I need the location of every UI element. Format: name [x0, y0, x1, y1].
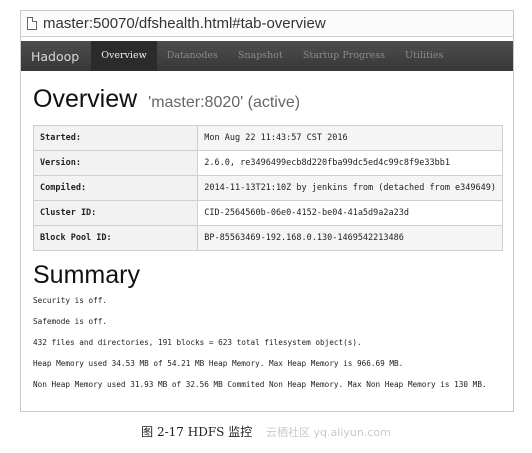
row-value: 2014-11-13T21:10Z by jenkins from (detac… [197, 175, 503, 201]
tab-utilities[interactable]: Utilities [395, 41, 453, 71]
address-bar[interactable]: master:50070/dfshealth.html#tab-overview [21, 11, 513, 37]
overview-subtitle: 'master:8020' (active) [148, 94, 301, 111]
caption-text: 图 2-17 HDFS 监控 [141, 425, 253, 439]
row-value: CID-2564560b-06e0-4152-be04-41a5d9a2a23d [197, 200, 503, 226]
brand-logo[interactable]: Hadoop [21, 49, 91, 64]
tab-datanodes[interactable]: Datanodes [157, 41, 228, 71]
summary-title: Summary [33, 261, 140, 289]
figure-caption: 图 2-17 HDFS 监控 云栖社区 yq.aliyun.com [0, 423, 532, 440]
watermark: 云栖社区 yq.aliyun.com [266, 426, 391, 439]
row-value: 2.6.0, re3496499ecb8d220fba99dc5ed4c99c8… [197, 150, 503, 176]
summary-line: Non Heap Memory used 31.93 MB of 32.56 M… [33, 380, 487, 389]
summary-line: Security is off. [33, 296, 108, 305]
overview-table: Started: Mon Aug 22 11:43:57 CST 2016 Ve… [32, 125, 503, 251]
row-key: Compiled: [32, 175, 199, 201]
address-url[interactable]: master:50070/dfshealth.html#tab-overview [43, 15, 326, 32]
table-row: Cluster ID: CID-2564560b-06e0-4152-be04-… [32, 200, 503, 226]
table-row: Started: Mon Aug 22 11:43:57 CST 2016 [32, 125, 503, 151]
table-row: Version: 2.6.0, re3496499ecb8d220fba99dc… [32, 150, 503, 176]
overview-title: Overview [33, 85, 138, 113]
row-key: Cluster ID: [32, 200, 199, 226]
row-key: Block Pool ID: [32, 225, 199, 251]
tab-startup-progress[interactable]: Startup Progress [293, 41, 395, 71]
page-icon [27, 17, 37, 30]
table-row: Compiled: 2014-11-13T21:10Z by jenkins f… [32, 175, 503, 201]
table-row: Block Pool ID: BP-85563469-192.168.0.130… [32, 225, 503, 251]
row-key: Started: [32, 125, 199, 151]
overview-heading: Overview 'master:8020' (active) [33, 85, 513, 114]
tab-snapshot[interactable]: Snapshot [228, 41, 293, 71]
summary-line: Safemode is off. [33, 317, 108, 326]
row-value: BP-85563469-192.168.0.130-1469542213486 [197, 225, 503, 251]
tab-overview[interactable]: Overview [91, 41, 157, 71]
summary-line: 432 files and directories, 191 blocks = … [33, 338, 362, 347]
browser-window: master:50070/dfshealth.html#tab-overview… [20, 10, 514, 412]
row-value: Mon Aug 22 11:43:57 CST 2016 [197, 125, 503, 151]
summary-line: Heap Memory used 34.53 MB of 54.21 MB He… [33, 359, 404, 368]
row-key: Version: [32, 150, 199, 176]
top-navbar: Hadoop Overview Datanodes Snapshot Start… [21, 41, 513, 71]
